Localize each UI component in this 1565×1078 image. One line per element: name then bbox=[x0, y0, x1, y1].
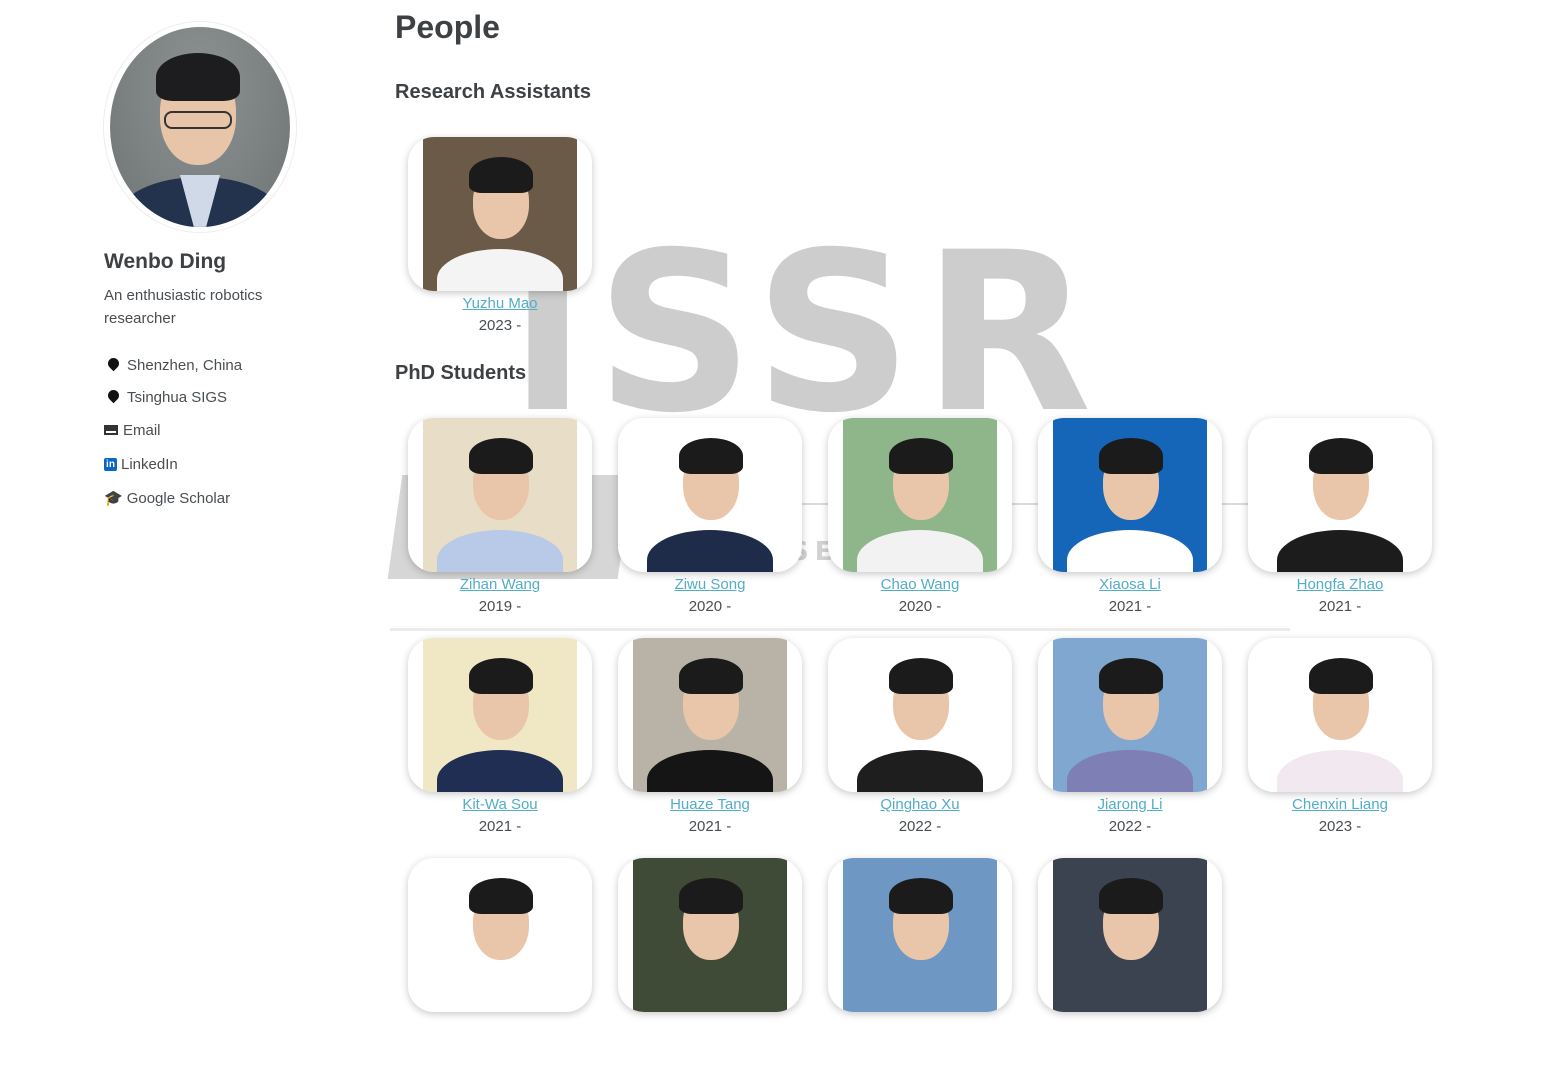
person-name-link[interactable]: Jiarong Li bbox=[1097, 795, 1162, 815]
main-content: People Research Assistants Yuzhu Mao 2023… bbox=[395, 0, 1455, 1012]
person-photo[interactable] bbox=[408, 418, 592, 572]
section-title-phd-students: PhD Students bbox=[395, 362, 527, 384]
person-name-link[interactable]: Chao Wang bbox=[881, 575, 960, 595]
person-name-link[interactable]: Zihan Wang bbox=[460, 575, 540, 595]
graduation-cap-icon: 🎓 bbox=[104, 490, 123, 507]
person-card: Chenxin Liang 2023 - bbox=[1235, 638, 1445, 858]
person-photo[interactable] bbox=[408, 858, 592, 1012]
person-photo[interactable] bbox=[828, 858, 1012, 1012]
person-name-link[interactable]: Huaze Tang bbox=[670, 795, 750, 815]
section-title-research-assistants: Research Assistants bbox=[395, 81, 592, 103]
linkedin-icon: in bbox=[104, 457, 117, 471]
google-scholar-link[interactable]: Google Scholar bbox=[127, 490, 230, 507]
author-info-list: Shenzhen, China Tsinghua SIGS Email in L… bbox=[104, 350, 324, 514]
person-name-link[interactable]: Ziwu Song bbox=[675, 575, 746, 595]
person-start-year: 2021 - bbox=[688, 818, 732, 835]
person-name-link[interactable]: Kit-Wa Sou bbox=[462, 795, 537, 815]
person-start-year: 2019 - bbox=[478, 598, 522, 615]
person-photo[interactable] bbox=[1038, 418, 1222, 572]
person-card: Ziwu Song 2020 - bbox=[605, 418, 815, 638]
person-card: Chao Wang 2020 - bbox=[815, 418, 1025, 638]
person-card: Hongfa Zhao 2021 - bbox=[1235, 418, 1445, 638]
person-photo[interactable] bbox=[1038, 858, 1222, 1012]
linkedin-link[interactable]: LinkedIn bbox=[121, 456, 178, 473]
person-photo[interactable] bbox=[828, 418, 1012, 572]
person-name-link[interactable]: Qinghao Xu bbox=[880, 795, 959, 815]
page-title: People bbox=[395, 9, 500, 45]
research-assistants-grid: Yuzhu Mao 2023 - bbox=[395, 137, 1455, 357]
person-photo[interactable] bbox=[618, 418, 802, 572]
person-photo[interactable] bbox=[828, 638, 1012, 792]
person-start-year: 2022 - bbox=[1108, 818, 1152, 835]
linkedin-item[interactable]: in LinkedIn bbox=[104, 448, 324, 480]
person-name-link[interactable]: Yuzhu Mao bbox=[462, 294, 537, 314]
person-card: Kit-Wa Sou 2021 - bbox=[395, 638, 605, 858]
author-bio: An enthusiastic robotics researcher bbox=[104, 287, 263, 327]
author-sidebar: Wenbo Ding An enthusiastic robotics rese… bbox=[104, 22, 324, 516]
person-photo[interactable] bbox=[408, 137, 592, 291]
author-avatar bbox=[104, 22, 296, 232]
map-marker-icon bbox=[105, 387, 122, 403]
person-photo[interactable] bbox=[618, 858, 802, 1012]
location-text: Shenzhen, China bbox=[127, 356, 243, 374]
phd-students-grid: Zihan Wang 2019 - Ziwu Song 2020 - Chao Wang… bbox=[395, 418, 1455, 1078]
location-item: Shenzhen, China bbox=[104, 350, 324, 380]
person-card: Zihan Wang 2019 - bbox=[395, 418, 605, 638]
person-start-year: 2021 - bbox=[1318, 598, 1362, 615]
affiliation-item: Tsinghua SIGS bbox=[104, 382, 324, 412]
person-card: Jiarong Li 2022 - bbox=[1025, 638, 1235, 858]
person-card: Huaze Tang 2021 - bbox=[605, 638, 815, 858]
person-card bbox=[395, 858, 605, 1078]
scholar-item[interactable]: 🎓 Google Scholar bbox=[104, 482, 324, 514]
person-photo[interactable] bbox=[1248, 638, 1432, 792]
person-card: Xiaosa Li 2021 - bbox=[1025, 418, 1235, 638]
person-card bbox=[1025, 858, 1235, 1078]
person-start-year: 2022 - bbox=[898, 818, 942, 835]
map-marker-icon bbox=[105, 355, 122, 371]
person-start-year: 2023 - bbox=[1318, 818, 1362, 835]
person-card bbox=[605, 858, 815, 1078]
email-item[interactable]: Email bbox=[104, 414, 324, 446]
person-start-year: 2020 - bbox=[898, 598, 942, 615]
person-card: Yuzhu Mao 2023 - bbox=[395, 137, 605, 357]
affiliation-text: Tsinghua SIGS bbox=[127, 388, 228, 406]
person-start-year: 2021 - bbox=[1108, 598, 1152, 615]
person-photo[interactable] bbox=[1248, 418, 1432, 572]
person-card bbox=[815, 858, 1025, 1078]
person-start-year: 2023 - bbox=[478, 317, 522, 334]
person-start-year: 2020 - bbox=[688, 598, 732, 615]
person-photo[interactable] bbox=[618, 638, 802, 792]
envelope-icon bbox=[104, 425, 118, 435]
email-link[interactable]: Email bbox=[123, 422, 161, 439]
person-photo[interactable] bbox=[1038, 638, 1222, 792]
author-name: Wenbo Ding bbox=[104, 250, 227, 273]
person-name-link[interactable]: Chenxin Liang bbox=[1292, 795, 1388, 815]
person-name-link[interactable]: Xiaosa Li bbox=[1099, 575, 1161, 595]
person-card: Qinghao Xu 2022 - bbox=[815, 638, 1025, 858]
person-start-year: 2021 - bbox=[478, 818, 522, 835]
person-name-link[interactable]: Hongfa Zhao bbox=[1297, 575, 1384, 595]
person-photo[interactable] bbox=[408, 638, 592, 792]
